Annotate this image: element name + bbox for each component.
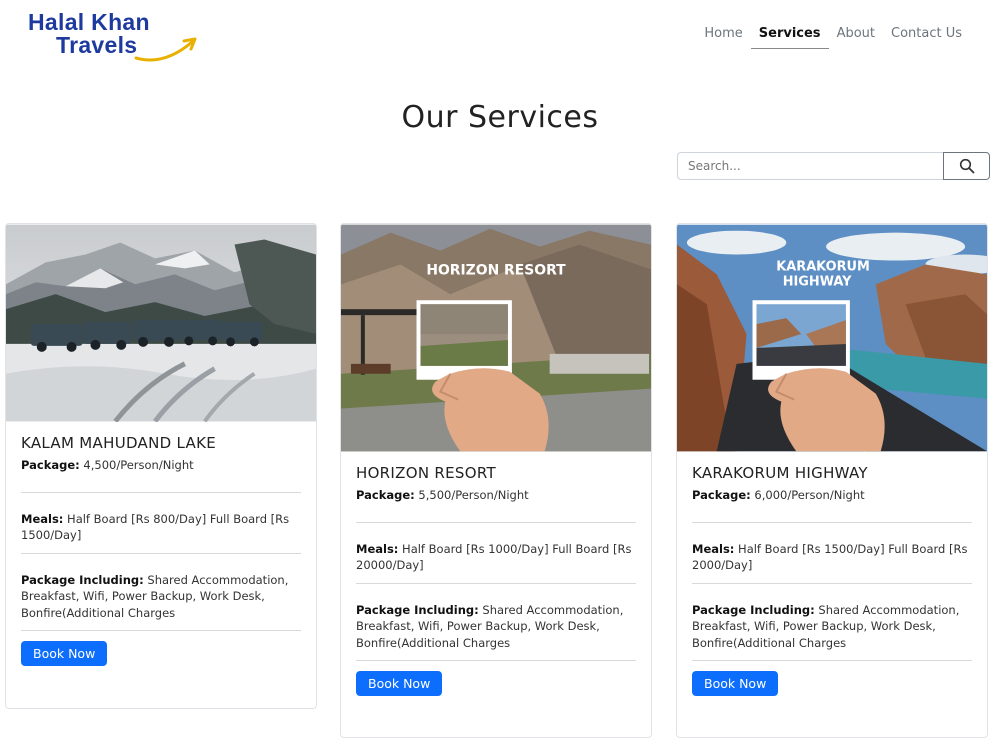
package-price: Package: 6,000/Person/Night: [692, 487, 972, 504]
including-label: Package Including:: [21, 572, 144, 587]
book-now-button[interactable]: Book Now: [356, 671, 443, 696]
card-title: HORIZON RESORT: [356, 464, 496, 482]
search-input[interactable]: [677, 152, 943, 180]
package-value: 4,500/Person/Night: [83, 458, 194, 472]
package-value: 6,000/Person/Night: [754, 488, 865, 502]
brand-name-line1: Halal Khan: [28, 9, 150, 35]
meals-label: Meals:: [21, 511, 64, 526]
page-title: Our Services: [401, 100, 599, 135]
book-now-button[interactable]: Book Now: [21, 641, 108, 666]
divider: [356, 582, 636, 584]
divider: [21, 630, 301, 631]
divider: [692, 660, 972, 661]
service-card-karakorum: KARAKORUM HIGHWAY KARAKORUM HIGHWAY Pack…: [676, 223, 988, 738]
package-value: 5,500/Person/Night: [418, 488, 529, 502]
meals-value: Half Board [Rs 1000/Day] Full Board [Rs …: [356, 541, 632, 573]
search-button[interactable]: [943, 152, 990, 180]
brand-logo[interactable]: Halal Khan Travels: [28, 10, 208, 62]
book-now-button[interactable]: Book Now: [692, 671, 779, 696]
package-label: Package:: [21, 458, 80, 472]
divider: [21, 491, 301, 493]
main-nav: Home Services About Contact Us: [696, 24, 970, 49]
package-including: Package Including: Shared Accommodation,…: [692, 602, 972, 652]
service-card-kalam: KALAM MAHUDAND LAKE Package: 4,500/Perso…: [5, 223, 317, 709]
nav-services[interactable]: Services: [750, 24, 829, 49]
package-label: Package:: [356, 488, 415, 502]
horizon-resort-image: HORIZON RESORT: [341, 224, 651, 452]
meals-value: Half Board [Rs 1500/Day] Full Board [Rs …: [692, 541, 968, 573]
brand-name-line2: Travels: [56, 32, 138, 58]
search-icon: [959, 158, 974, 174]
divider: [692, 582, 972, 584]
divider: [21, 552, 301, 554]
including-label: Package Including:: [356, 602, 479, 617]
including-label: Package Including:: [692, 602, 815, 617]
package-label: Package:: [692, 488, 751, 502]
package-including: Package Including: Shared Accommodation,…: [356, 602, 636, 652]
card-title: KALAM MAHUDAND LAKE: [21, 434, 217, 452]
meals-info: Meals: Half Board [Rs 1000/Day] Full Boa…: [356, 541, 636, 574]
meals-label: Meals:: [692, 541, 735, 556]
image-caption: HORIZON RESORT: [426, 262, 566, 278]
image-caption-line2: HIGHWAY: [783, 274, 852, 289]
divider: [356, 660, 636, 661]
divider: [692, 521, 972, 523]
nav-about[interactable]: About: [829, 24, 883, 49]
meals-info: Meals: Half Board [Rs 800/Day] Full Boar…: [21, 511, 301, 544]
package-price: Package: 4,500/Person/Night: [21, 457, 301, 474]
swoosh-arrow-icon: [134, 37, 197, 62]
package-price: Package: 5,500/Person/Night: [356, 487, 636, 504]
divider: [356, 521, 636, 523]
nav-home[interactable]: Home: [696, 24, 750, 49]
meals-info: Meals: Half Board [Rs 1500/Day] Full Boa…: [692, 541, 972, 574]
card-title: KARAKORUM HIGHWAY: [692, 464, 868, 482]
nav-contact-us[interactable]: Contact Us: [883, 24, 970, 49]
search-bar: [677, 152, 990, 180]
package-including: Package Including: Shared Accommodation,…: [21, 572, 301, 622]
image-caption-line1: KARAKORUM: [776, 259, 870, 274]
karakorum-highway-image: KARAKORUM HIGHWAY: [677, 224, 987, 452]
meals-label: Meals:: [356, 541, 399, 556]
kalam-lake-image: [6, 224, 316, 422]
service-card-horizon: HORIZON RESORT HORIZON RESORT Package: 5…: [340, 223, 652, 738]
